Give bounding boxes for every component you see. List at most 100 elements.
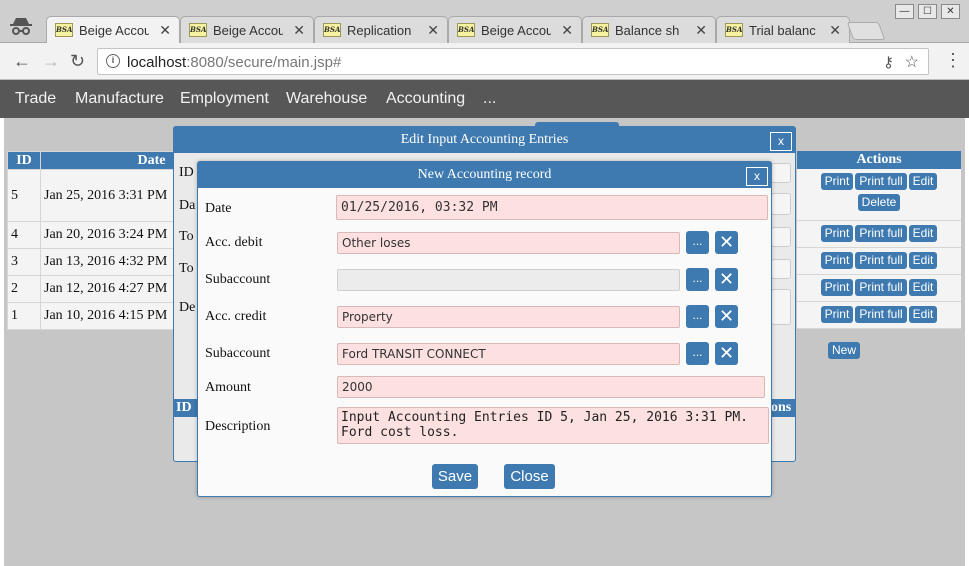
- total-label-fragment: To: [179, 229, 194, 244]
- print-button[interactable]: Print: [820, 252, 854, 269]
- tab-close-icon[interactable]: ✕: [829, 22, 841, 39]
- description-textarea[interactable]: Input Accounting Entries ID 5, Jan 25, 2…: [337, 407, 769, 444]
- window-minimize-button[interactable]: —: [895, 4, 914, 19]
- subaccount-debit-pick-button[interactable]: ...: [686, 268, 709, 291]
- tab-label: Beige Accou: [79, 23, 149, 38]
- subaccount-debit-label: Subaccount: [205, 272, 271, 287]
- lines-header-id: ID: [174, 399, 198, 417]
- date-input[interactable]: 01/25/2016, 03:32 PM: [336, 195, 768, 220]
- cell-id: 3: [7, 248, 41, 276]
- description-field-edge[interactable]: [771, 289, 791, 325]
- tab-label: Trial balanc: [749, 23, 816, 38]
- print-full-button[interactable]: Print full: [855, 173, 907, 190]
- dialog-close-x-button[interactable]: x: [746, 167, 768, 186]
- print-button[interactable]: Print: [820, 225, 854, 242]
- bsa-favicon-icon: BSA: [725, 23, 743, 37]
- bookmark-star-icon[interactable]: ☆: [905, 52, 919, 72]
- acc-debit-clear-icon[interactable]: ✕: [715, 231, 738, 254]
- tab-close-icon[interactable]: ✕: [159, 22, 171, 39]
- url-path: :8080/secure/main.jsp#: [186, 54, 342, 71]
- amount-input[interactable]: 2000: [337, 376, 765, 398]
- acc-credit-clear-icon[interactable]: ✕: [715, 305, 738, 328]
- subaccount-credit-clear-icon[interactable]: ✕: [715, 342, 738, 365]
- description-label-fragment: De: [179, 300, 196, 315]
- edit-button[interactable]: Edit: [908, 173, 938, 190]
- description-label: Description: [205, 419, 271, 434]
- print-button[interactable]: Print: [820, 306, 854, 323]
- browser-tab-5[interactable]: BSA Balance sh ✕: [582, 16, 716, 44]
- description-line-1: Input Accounting Entries ID 5, Jan 25, 2…: [341, 410, 748, 425]
- menu-item-accounting[interactable]: Accounting: [386, 90, 465, 108]
- tab-close-icon[interactable]: ✕: [293, 22, 305, 39]
- edit-button[interactable]: Edit: [908, 225, 938, 242]
- edit-button[interactable]: Edit: [908, 306, 938, 323]
- id-label-fragment: ID: [179, 165, 194, 180]
- print-full-button[interactable]: Print full: [855, 225, 907, 242]
- acc-credit-label: Acc. credit: [205, 309, 267, 324]
- browser-tab-2[interactable]: BSA Beige Accou ✕: [180, 16, 314, 44]
- bsa-favicon-icon: BSA: [591, 23, 609, 37]
- print-full-button[interactable]: Print full: [855, 252, 907, 269]
- acc-debit-pick-button[interactable]: ...: [686, 231, 709, 254]
- edit-dialog-title: Edit Input Accounting Entries: [174, 127, 795, 153]
- save-button[interactable]: Save: [432, 464, 478, 489]
- actions-row: Print Print full Edit: [797, 302, 961, 329]
- browser-menu-icon[interactable]: ⋮: [944, 51, 962, 69]
- delete-button[interactable]: Delete: [857, 194, 901, 211]
- tab-close-icon[interactable]: ✕: [427, 22, 439, 39]
- window-close-button[interactable]: ✕: [941, 4, 960, 19]
- print-button[interactable]: Print: [820, 279, 854, 296]
- lines-header-actions: ons: [771, 399, 795, 417]
- subaccount-debit-clear-icon[interactable]: ✕: [715, 268, 738, 291]
- tab-label: Beige Accou: [481, 23, 551, 38]
- url-host: localhost: [127, 54, 187, 71]
- tab-close-icon[interactable]: ✕: [695, 22, 707, 39]
- subaccount-credit-pick-button[interactable]: ...: [686, 342, 709, 365]
- menu-item-trade[interactable]: Trade: [15, 90, 56, 108]
- subaccount-credit-input[interactable]: Ford TRANSIT CONNECT: [337, 343, 680, 365]
- browser-tab-1[interactable]: BSA Beige Accou ✕: [46, 16, 180, 44]
- acc-debit-input[interactable]: Other loses: [337, 232, 680, 254]
- subaccount-credit-label: Subaccount: [205, 346, 271, 361]
- browser-tab-6[interactable]: BSA Trial balanc ✕: [716, 16, 850, 44]
- info-icon[interactable]: i: [106, 54, 120, 68]
- date-field-edge[interactable]: [771, 193, 791, 215]
- id-field-edge: [771, 163, 791, 183]
- new-accounting-record-dialog: New Accounting record x Date 01/25/2016,…: [197, 161, 772, 497]
- tab-close-icon[interactable]: ✕: [561, 22, 573, 39]
- forward-arrow-icon[interactable]: →: [42, 51, 60, 71]
- browser-tab-4[interactable]: BSA Beige Accou ✕: [448, 16, 582, 44]
- date-label: Date: [205, 201, 232, 216]
- total-field-edge: [771, 259, 791, 279]
- url-text: localhost:8080/secure/main.jsp#: [127, 54, 341, 71]
- acc-debit-label: Acc. debit: [205, 235, 263, 250]
- back-arrow-icon[interactable]: ←: [13, 51, 31, 71]
- address-bar[interactable]: i localhost:8080/secure/main.jsp# ⚷ ☆: [97, 48, 929, 75]
- bsa-favicon-icon: BSA: [55, 23, 73, 37]
- acc-credit-input[interactable]: Property: [337, 306, 680, 328]
- print-full-button[interactable]: Print full: [855, 279, 907, 296]
- bsa-favicon-icon: BSA: [457, 23, 475, 37]
- menu-item-employment[interactable]: Employment: [180, 90, 269, 108]
- subaccount-debit-input[interactable]: [337, 269, 680, 291]
- reload-icon[interactable]: ↻: [70, 51, 85, 71]
- menu-item-warehouse[interactable]: Warehouse: [286, 90, 367, 108]
- new-tab-button[interactable]: [846, 22, 886, 40]
- acc-credit-pick-button[interactable]: ...: [686, 305, 709, 328]
- menu-item-manufacture[interactable]: Manufacture: [75, 90, 164, 108]
- window-maximize-button[interactable]: ☐: [918, 4, 937, 19]
- browser-tab-3[interactable]: BSA Replication ✕: [314, 16, 448, 44]
- cell-id: 1: [7, 302, 41, 330]
- actions-row: Print Print full Edit: [797, 248, 961, 275]
- incognito-icon: [10, 18, 32, 35]
- actions-row: Print Print full Edit Delete: [797, 169, 961, 221]
- new-entry-button[interactable]: New: [828, 342, 861, 359]
- edit-button[interactable]: Edit: [908, 252, 938, 269]
- edit-dialog-close-button[interactable]: x: [770, 132, 792, 151]
- close-button[interactable]: Close: [504, 464, 555, 489]
- print-full-button[interactable]: Print full: [855, 306, 907, 323]
- print-button[interactable]: Print: [820, 173, 854, 190]
- edit-button[interactable]: Edit: [908, 279, 938, 296]
- menu-item-more[interactable]: ...: [483, 90, 496, 108]
- key-icon[interactable]: ⚷: [883, 53, 894, 71]
